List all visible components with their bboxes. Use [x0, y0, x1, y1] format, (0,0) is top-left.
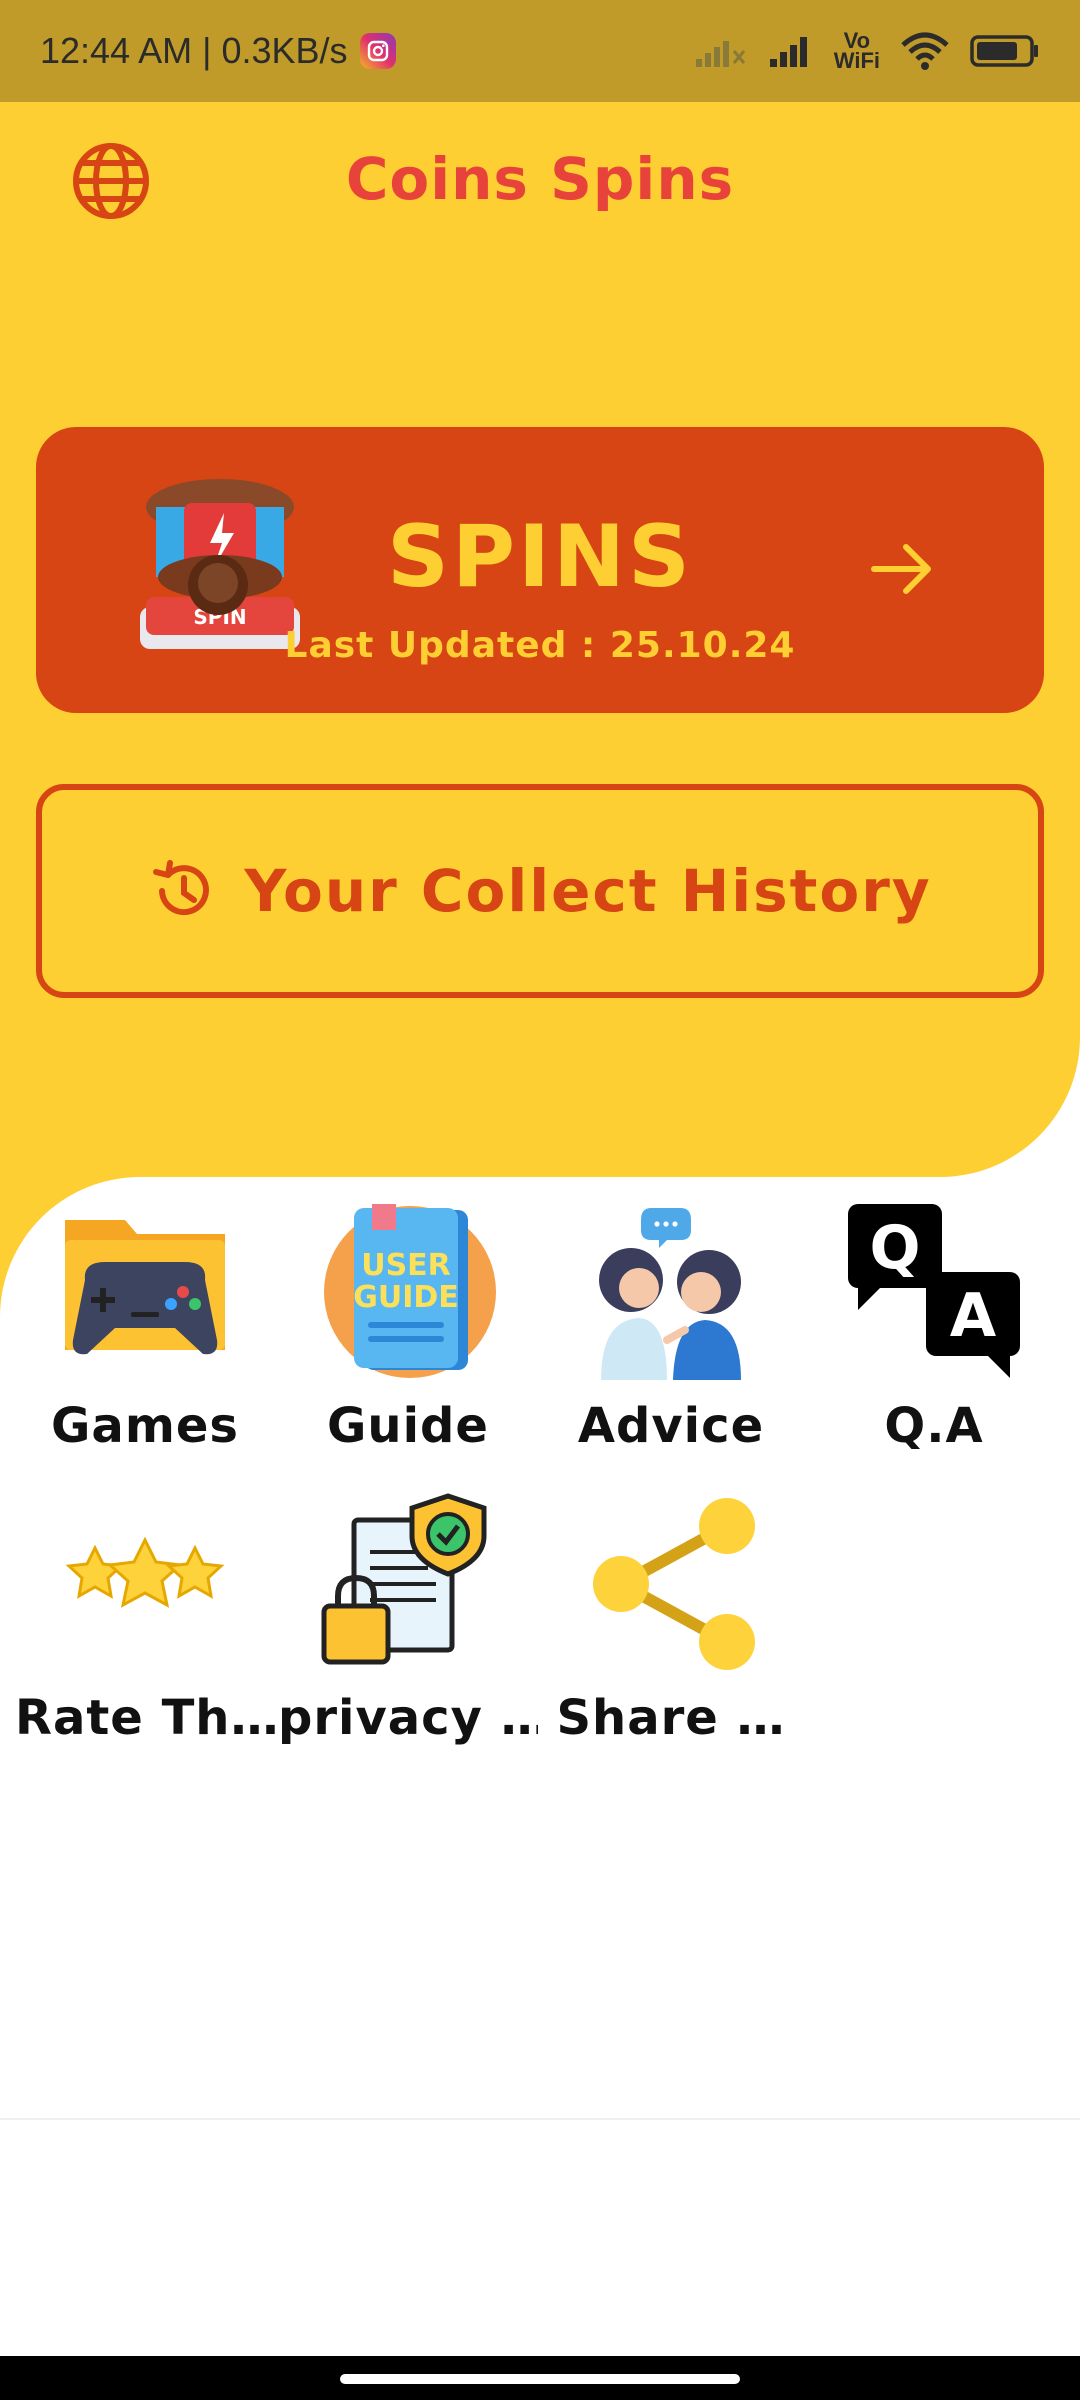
status-bar: 12:44 AM | 0.3KB/s Vo WiFi	[0, 0, 1080, 102]
collect-history-button[interactable]: Your Collect History	[36, 784, 1044, 998]
menu-item-label: Advice	[577, 1398, 765, 1454]
menu-item-guide[interactable]: USER GUIDE Guide	[278, 1200, 538, 1470]
menu-item-privacy[interactable]: privacy …	[278, 1492, 538, 1762]
menu-item-share[interactable]: Share …	[541, 1492, 801, 1762]
history-icon	[153, 860, 210, 916]
vowifi-icon: Vo WiFi	[833, 30, 880, 73]
advice-icon	[599, 1208, 741, 1380]
menu-item-advice[interactable]: Advice	[541, 1200, 801, 1470]
guide-icon-line2: GUIDE	[353, 1280, 459, 1315]
arrow-right-icon	[871, 544, 931, 594]
qa-icon-q: Q	[869, 1213, 920, 1283]
vowifi-bottom: WiFi	[833, 48, 880, 73]
menu-item-qa[interactable]: Q A Q.A	[804, 1200, 1064, 1470]
last-updated-text: Last Updated : 25.10.24	[284, 625, 796, 666]
home-handle[interactable]	[340, 2374, 740, 2384]
menu-item-games[interactable]: Games	[15, 1200, 275, 1470]
share-icon	[593, 1498, 755, 1670]
menu-item-label: Q.A	[884, 1398, 984, 1454]
signal-icon	[769, 37, 807, 67]
status-right: Vo WiFi	[694, 30, 1040, 73]
rate-stars-icon	[65, 1536, 225, 1608]
qa-icon-a: A	[950, 1281, 997, 1351]
menu-item-label: Share …	[556, 1690, 786, 1746]
divider	[0, 2118, 1080, 2120]
instagram-icon	[359, 33, 396, 69]
menu-item-label: privacy …	[278, 1690, 538, 1746]
menu-item-label: Guide	[327, 1398, 489, 1454]
privacy-icon	[321, 1493, 487, 1665]
wifi-icon	[901, 32, 949, 70]
user-guide-icon: USER GUIDE	[324, 1204, 496, 1378]
battery-icon	[970, 35, 1038, 67]
games-icon	[65, 1220, 225, 1355]
guide-icon-line1: USER	[361, 1248, 451, 1283]
menu-item-label: Rate Th…	[15, 1690, 275, 1746]
qa-icon: Q A	[848, 1204, 1020, 1378]
spins-card[interactable]: SPIN SPINS Last Updated : 25.10.24	[36, 427, 1044, 713]
signal-off-icon	[695, 41, 745, 67]
status-left: 12:44 AM | 0.3KB/s	[40, 30, 396, 72]
status-time-speed: 12:44 AM | 0.3KB/s	[40, 30, 348, 71]
menu-item-label: Games	[51, 1398, 239, 1454]
menu-item-rate[interactable]: Rate Th…	[15, 1492, 275, 1762]
collect-history-label: Your Collect History	[244, 857, 932, 925]
app-title: Coins Spins	[345, 145, 735, 213]
